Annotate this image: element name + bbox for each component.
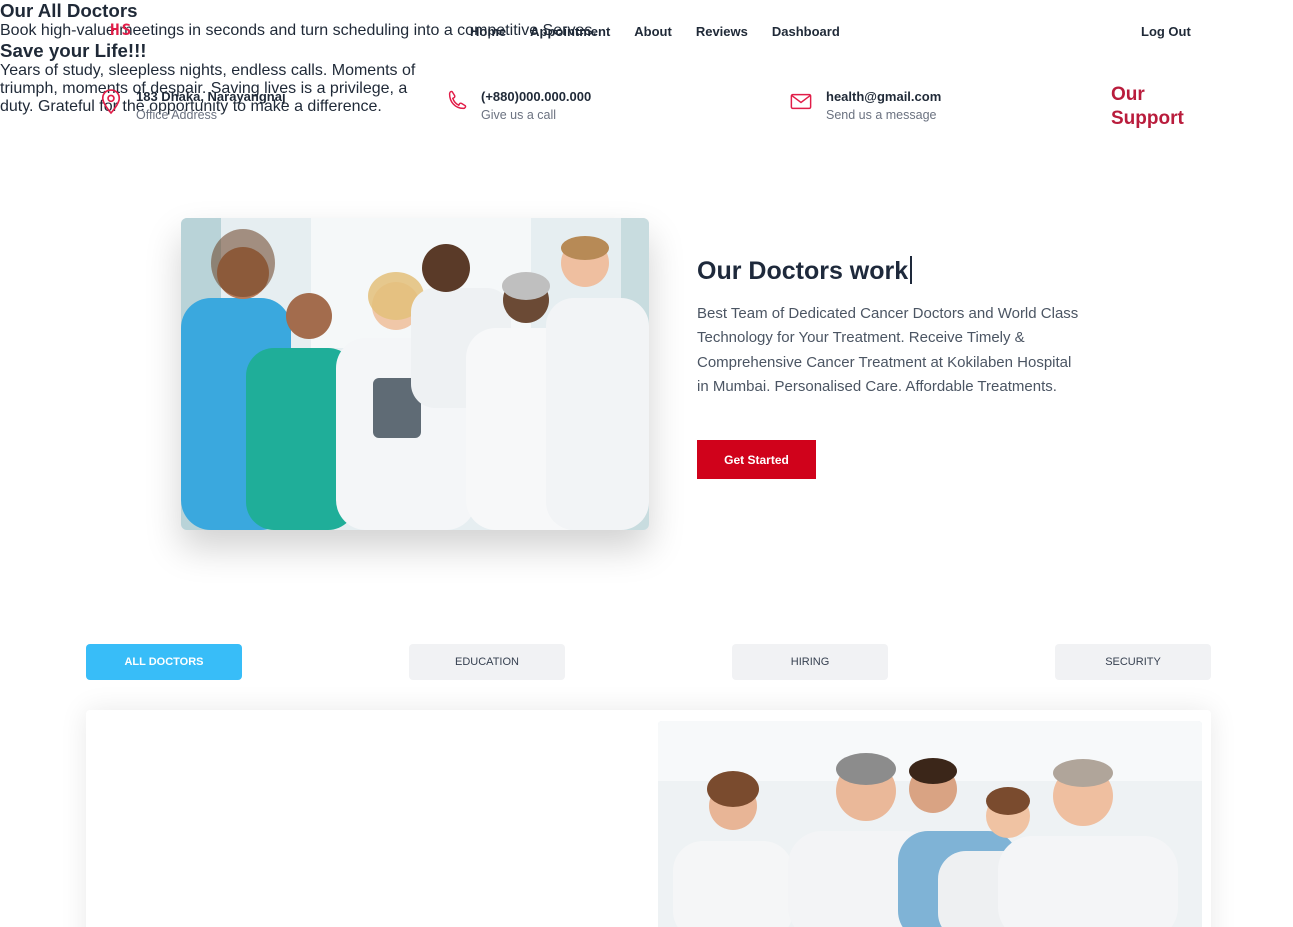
main-nav: Home Appointment About Reviews Dashboard xyxy=(470,24,840,39)
hero-description: Best Team of Dedicated Cancer Doctors an… xyxy=(697,305,1079,396)
nav-home[interactable]: Home xyxy=(470,24,506,39)
tab-security[interactable]: SECURITY xyxy=(1055,644,1211,680)
address-subtitle: Office Address xyxy=(136,108,218,122)
support-line-1: Our xyxy=(1111,84,1145,105)
hero-title-text: Our Doctors work xyxy=(697,257,909,285)
nav-reviews[interactable]: Reviews xyxy=(696,24,748,39)
support-line-2: Support xyxy=(1111,108,1184,129)
doctors-group-photo xyxy=(658,721,1202,927)
phone-info: (+880)000.000.000 Give us a call xyxy=(445,88,591,124)
tab-all-doctors[interactable]: ALL DOCTORS xyxy=(86,644,242,680)
site-logo[interactable]: HS xyxy=(110,20,133,39)
hero-title: Our Doctors work xyxy=(697,256,913,286)
get-started-button[interactable]: Get Started xyxy=(697,440,816,479)
nav-appointment[interactable]: Appointment xyxy=(530,24,610,39)
nav-dashboard[interactable]: Dashboard xyxy=(772,24,840,39)
typing-caret xyxy=(910,256,913,284)
our-support-link[interactable]: Our Support xyxy=(1111,83,1184,131)
tab-education[interactable]: EDUCATION xyxy=(409,644,565,680)
location-pin-icon xyxy=(101,89,121,115)
address-title: 183 Dhaka, Narayangnaj xyxy=(136,89,286,104)
logout-link[interactable]: Log Out xyxy=(1141,24,1191,39)
email-info: health@gmail.com Send us a message xyxy=(790,88,941,124)
phone-title: (+880)000.000.000 xyxy=(481,89,592,104)
address-info: 183 Dhaka, Narayangnaj Office Address xyxy=(100,88,286,124)
tab-hiring[interactable]: HIRING xyxy=(732,644,888,680)
phone-subtitle: Give us a call xyxy=(481,108,557,122)
nav-about[interactable]: About xyxy=(634,24,672,39)
mail-icon xyxy=(790,93,812,110)
phone-icon xyxy=(448,90,467,110)
site-header: HS Home Appointment About Reviews Dashbo… xyxy=(0,0,1293,64)
email-subtitle: Send us a message xyxy=(826,108,937,122)
doctors-team-photo xyxy=(181,218,649,530)
email-title: health@gmail.com xyxy=(826,89,942,104)
